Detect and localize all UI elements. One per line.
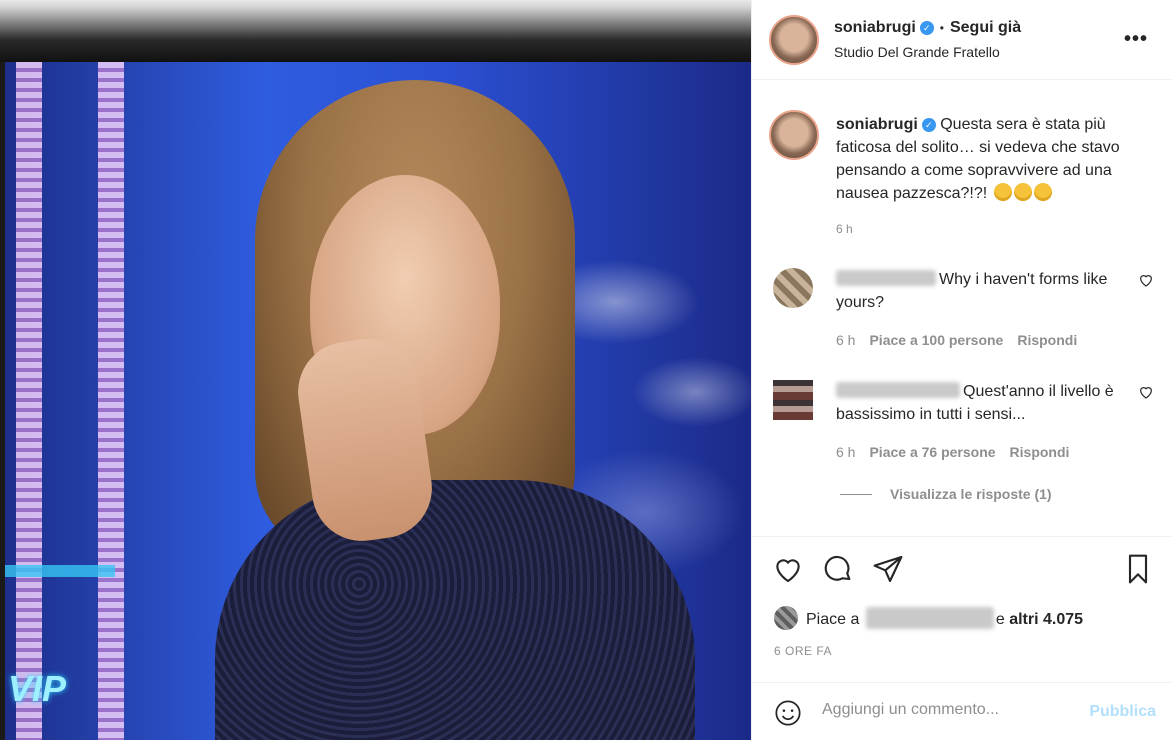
- others-likes-link[interactable]: altri 4.075: [1009, 611, 1083, 628]
- comment-meta: 6 h Piace a 100 persone Rispondi: [836, 332, 1091, 348]
- stage-light-bar: [16, 62, 42, 740]
- post-date[interactable]: 6 ORE FA: [774, 644, 832, 658]
- author-username[interactable]: soniabrugi: [834, 19, 916, 36]
- likes-summary[interactable]: Piace a e altri 4.075: [774, 606, 1083, 630]
- nauseated-emoji-icon: [993, 183, 1012, 201]
- commenter-avatar[interactable]: [773, 268, 813, 308]
- lace-dress: [215, 480, 695, 740]
- add-comment-bar: Pubblica: [752, 682, 1171, 740]
- liker-username-blurred[interactable]: [865, 607, 994, 629]
- stage-light-bar: [98, 62, 124, 740]
- nauseated-emoji-icon: [1013, 183, 1032, 201]
- post-image[interactable]: VIP: [0, 0, 751, 740]
- heart-icon[interactable]: [1138, 384, 1154, 400]
- comment-time[interactable]: 6 h: [836, 444, 855, 460]
- woman-portrait: [215, 80, 695, 740]
- save-icon[interactable]: [1122, 553, 1154, 585]
- liker-avatar: [774, 606, 798, 630]
- commenter-username-blurred[interactable]: [836, 270, 936, 286]
- commenter-avatar[interactable]: [773, 380, 813, 420]
- publish-button[interactable]: Pubblica: [1089, 703, 1156, 721]
- comment-text: Why i haven't forms like yours?: [836, 270, 1108, 311]
- heart-icon[interactable]: [772, 553, 804, 585]
- nauseated-emoji-icon: [1033, 183, 1052, 201]
- comment-likes[interactable]: Piace a 100 persone: [869, 332, 1003, 348]
- post-side-panel: soniabrugi ✓ • Segui già Studio Del Grande …: [751, 0, 1171, 740]
- caption-timestamp[interactable]: 6 h: [836, 222, 853, 236]
- more-options-icon[interactable]: •••: [1124, 28, 1148, 51]
- action-bar: [752, 536, 1171, 596]
- reply-button[interactable]: Rispondi: [1010, 444, 1070, 460]
- comment-time[interactable]: 6 h: [836, 332, 855, 348]
- heart-icon[interactable]: [1138, 272, 1154, 288]
- follow-button[interactable]: Segui già: [950, 19, 1021, 36]
- view-replies-button[interactable]: Visualizza le risposte (1): [840, 486, 1052, 502]
- comment-meta: 6 h Piace a 76 persone Rispondi: [836, 444, 1083, 460]
- caption-avatar[interactable]: [769, 110, 819, 160]
- caption-username[interactable]: soniabrugi: [836, 116, 918, 133]
- tv-bezel: [0, 0, 751, 62]
- commenter-username-blurred[interactable]: [836, 382, 960, 398]
- share-icon[interactable]: [872, 553, 904, 585]
- verified-icon: ✓: [919, 21, 934, 35]
- verified-icon: ✓: [921, 118, 936, 132]
- emoji-icon[interactable]: [774, 699, 802, 727]
- comment-text: Quest'anno il livello è bassissimo in tu…: [836, 382, 1114, 423]
- separator-dot: •: [939, 21, 944, 35]
- comment-input[interactable]: [822, 701, 1082, 719]
- header-title-row: soniabrugi ✓ • Segui già: [834, 19, 1021, 37]
- stage-stripe: [5, 565, 115, 577]
- post-location[interactable]: Studio Del Grande Fratello: [834, 44, 1000, 60]
- replies-line: [840, 494, 872, 495]
- reply-button[interactable]: Rispondi: [1017, 332, 1077, 348]
- post-header: soniabrugi ✓ • Segui già Studio Del Grande …: [752, 0, 1171, 80]
- author-avatar[interactable]: [769, 15, 819, 65]
- caption-text-block: soniabrugi ✓ Questa sera è stata più fati…: [836, 113, 1156, 205]
- comment-icon[interactable]: [822, 553, 854, 585]
- vip-logo: VIP: [8, 668, 67, 709]
- comment-likes[interactable]: Piace a 76 persone: [869, 444, 995, 460]
